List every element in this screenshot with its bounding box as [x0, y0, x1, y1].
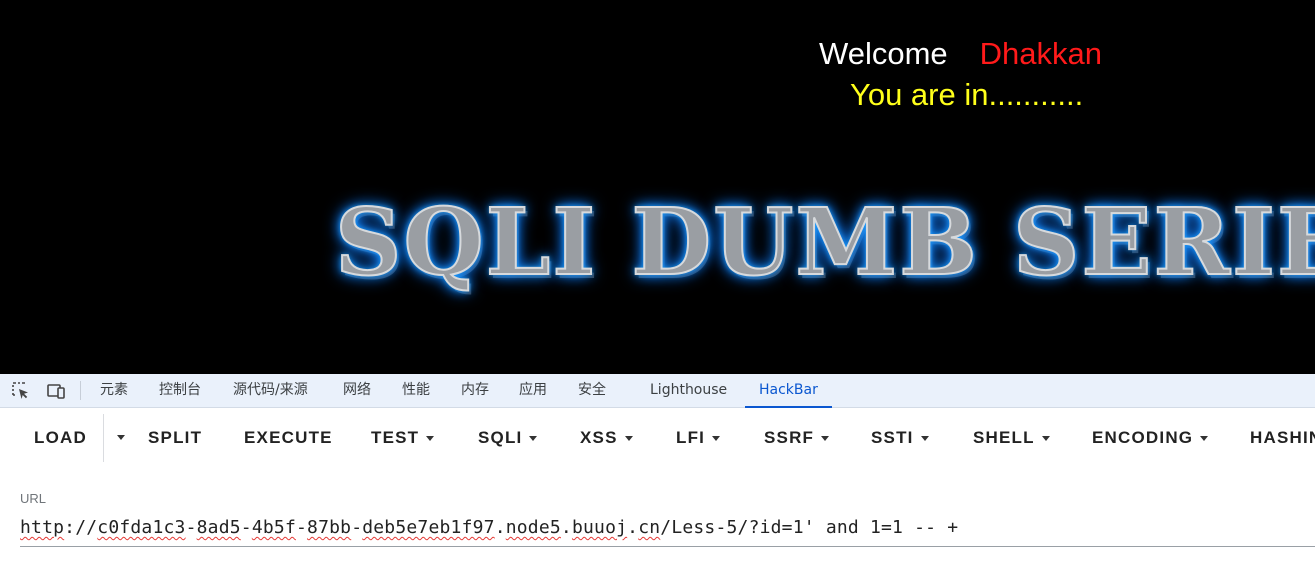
welcome-line: Welcome Dhakkan: [819, 36, 1102, 72]
test-menu-label: TEST: [371, 428, 420, 447]
test-menu-button[interactable]: TEST: [371, 428, 435, 448]
chevron-down-icon: [821, 435, 830, 441]
encoding-menu-button[interactable]: ENCODING: [1092, 428, 1209, 448]
chevron-down-icon: [1200, 435, 1209, 441]
load-dropdown-icon[interactable]: [117, 435, 125, 440]
lfi-menu-button[interactable]: LFI: [676, 428, 721, 448]
toolbar-separator: [80, 381, 81, 400]
chevron-down-icon: [712, 435, 721, 441]
chevron-down-icon: [624, 435, 633, 441]
split-button-label: SPLIT: [148, 428, 203, 447]
ssrf-menu-button[interactable]: SSRF: [764, 428, 830, 448]
user-name: Dhakkan: [979, 36, 1102, 71]
devtools-panel: 元素 控制台 源代码/来源 网络 性能 内存 应用 安全 Lighthouse …: [0, 374, 1315, 564]
url-label: URL: [20, 491, 47, 506]
login-status-text: You are in...........: [850, 77, 1084, 112]
encoding-menu-label: ENCODING: [1092, 428, 1194, 447]
hackbar-toolbar: LOAD SPLIT EXECUTE TEST SQLI XSS LFI SSR…: [0, 408, 1315, 468]
inspect-element-icon[interactable]: [10, 380, 32, 402]
chevron-down-icon: [426, 435, 435, 441]
sqli-menu-label: SQLI: [478, 428, 523, 447]
execute-button[interactable]: EXECUTE: [244, 428, 333, 448]
load-button-label: LOAD: [34, 428, 87, 447]
tab-lighthouse[interactable]: Lighthouse: [650, 374, 727, 407]
device-toolbar-icon[interactable]: [45, 380, 67, 402]
hashing-menu-button[interactable]: HASHIN: [1250, 428, 1315, 448]
split-button[interactable]: SPLIT: [148, 428, 202, 448]
page-banner: SQLI DUMB SERIES: [334, 187, 1315, 297]
lfi-menu-label: LFI: [676, 428, 706, 447]
ssti-menu-button[interactable]: SSTI: [871, 428, 929, 448]
tab-memory[interactable]: 内存: [461, 374, 489, 407]
xss-menu-label: XSS: [580, 428, 618, 447]
url-input-underline: [20, 546, 1315, 547]
chevron-down-icon: [1041, 435, 1050, 441]
url-input[interactable]: http://c0fda1c3-8ad5-4b5f-87bb-deb5e7eb1…: [20, 517, 958, 538]
xss-menu-button[interactable]: XSS: [580, 428, 633, 448]
shell-menu-label: SHELL: [973, 428, 1035, 447]
chevron-down-icon: [529, 435, 538, 441]
tab-security[interactable]: 安全: [578, 374, 606, 407]
tab-hackbar[interactable]: HackBar: [745, 374, 832, 408]
tab-performance[interactable]: 性能: [402, 374, 430, 407]
devtools-tabbar: 元素 控制台 源代码/来源 网络 性能 内存 应用 安全 Lighthouse …: [0, 374, 1315, 408]
hashing-menu-label: HASHIN: [1250, 428, 1315, 447]
load-separator: [103, 414, 104, 462]
ssrf-menu-label: SSRF: [764, 428, 815, 447]
tab-application[interactable]: 应用: [519, 374, 547, 407]
welcome-text: Welcome: [819, 36, 948, 71]
ssti-menu-label: SSTI: [871, 428, 914, 447]
tab-network[interactable]: 网络: [343, 374, 371, 407]
tab-elements[interactable]: 元素: [100, 374, 128, 407]
shell-menu-button[interactable]: SHELL: [973, 428, 1050, 448]
tab-sources[interactable]: 源代码/来源: [233, 374, 308, 407]
chevron-down-icon: [920, 435, 929, 441]
sqli-menu-button[interactable]: SQLI: [478, 428, 538, 448]
load-button[interactable]: LOAD: [34, 428, 87, 448]
tab-console[interactable]: 控制台: [159, 374, 201, 407]
page-viewport: Welcome Dhakkan You are in........... SQL…: [0, 0, 1315, 374]
execute-button-label: EXECUTE: [244, 428, 333, 447]
